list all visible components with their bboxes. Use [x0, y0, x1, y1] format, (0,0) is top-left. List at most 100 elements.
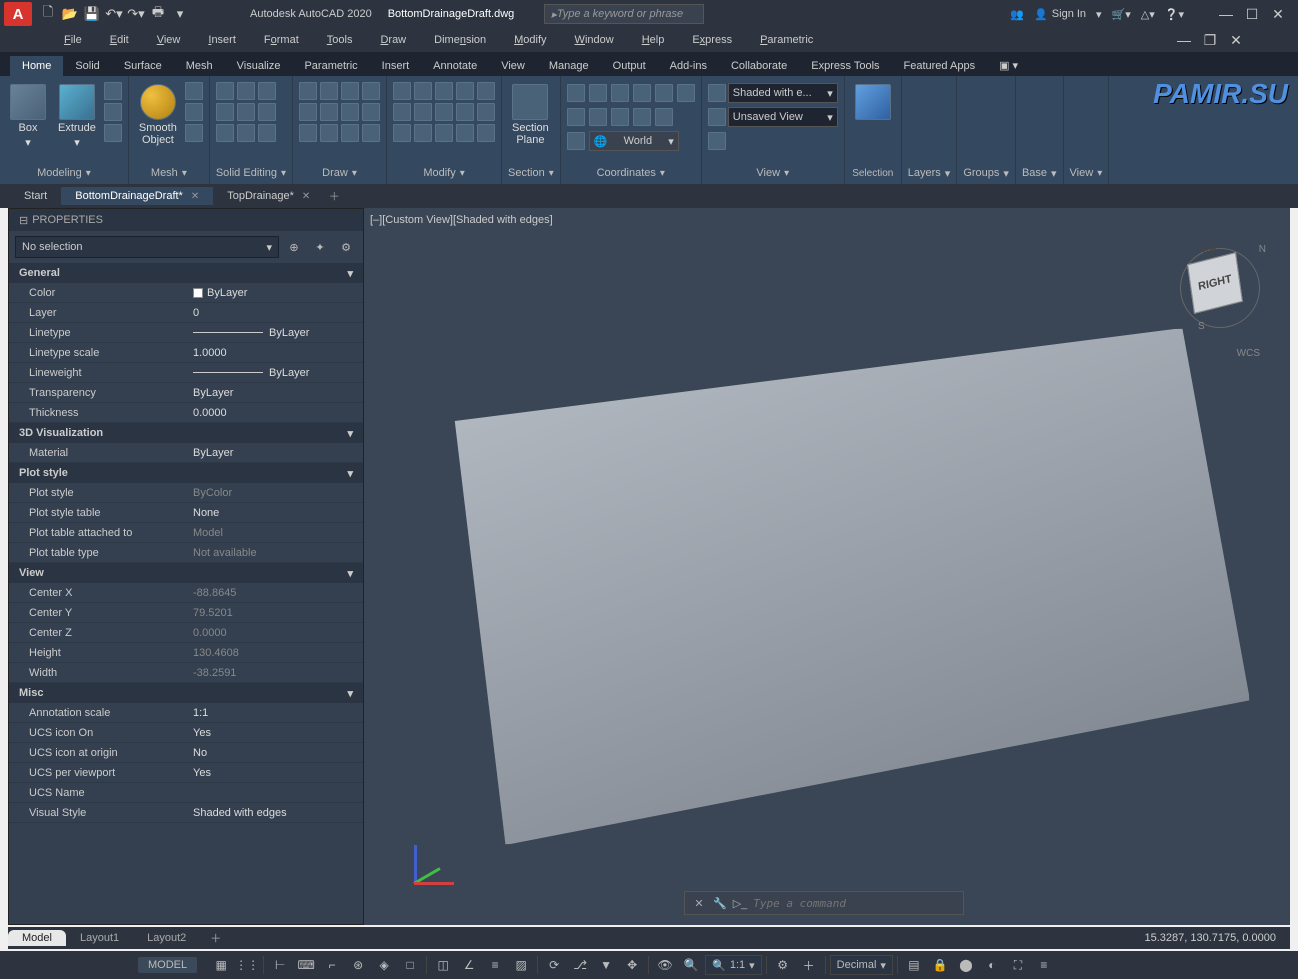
ribbon-tab-annotate[interactable]: Annotate	[421, 56, 489, 76]
autoscale-icon[interactable]: 🔍	[679, 954, 703, 976]
help-icon[interactable]: ❔▾	[1165, 8, 1184, 21]
annotation-monitor-icon[interactable]: ＋	[797, 954, 821, 976]
plot-icon[interactable]: 🖶	[148, 4, 168, 24]
ucs-face-icon[interactable]	[633, 84, 651, 102]
revolve-icon[interactable]	[104, 124, 122, 142]
app-logo[interactable]: A	[4, 2, 32, 26]
lineweight-icon[interactable]: ≡	[483, 954, 507, 976]
imprint-icon[interactable]	[258, 103, 276, 121]
menu-view[interactable]: View	[143, 32, 195, 48]
ucs-world-icon[interactable]	[589, 84, 607, 102]
menu-tools[interactable]: Tools	[313, 32, 367, 48]
redo-icon[interactable]: ↷▾	[126, 4, 146, 24]
ribbon-tab-view[interactable]: View	[489, 56, 537, 76]
props-row-annotation-scale[interactable]: Annotation scale1:1	[9, 703, 363, 723]
clean-screen-icon[interactable]: ⛶	[1006, 954, 1030, 976]
extract-edges-icon[interactable]	[216, 124, 234, 142]
ribbon-tab-collaborate[interactable]: Collaborate	[719, 56, 799, 76]
props-section-misc[interactable]: Misc▾	[9, 683, 363, 703]
props-section-general[interactable]: General▾	[9, 263, 363, 283]
polyline-icon[interactable]	[320, 82, 338, 100]
extrude-button[interactable]: Extrude▾	[54, 82, 100, 151]
circle-icon[interactable]	[341, 82, 359, 100]
grid-icon[interactable]: ▦	[209, 954, 233, 976]
infer-constraints-icon[interactable]: ⊢	[268, 954, 292, 976]
hatch-icon[interactable]	[299, 124, 317, 142]
menu-format[interactable]: Format	[250, 32, 313, 48]
snap-icon[interactable]: ⋮⋮	[235, 954, 259, 976]
ellipse-icon[interactable]	[341, 103, 359, 121]
panel-title-draw[interactable]: Draw ▾	[299, 164, 380, 182]
dynamic-input-icon[interactable]: ⌨	[294, 954, 318, 976]
props-row-height[interactable]: Height130.4608	[9, 643, 363, 663]
qat-more-icon[interactable]: ▾	[170, 4, 190, 24]
command-line[interactable]: ✕ 🔧 ▷_	[684, 891, 964, 915]
polar-icon[interactable]: ⊛	[346, 954, 370, 976]
ucs-origin-icon[interactable]	[677, 84, 695, 102]
presspull-icon[interactable]	[104, 103, 122, 121]
props-section-3d-visualization[interactable]: 3D Visualization▾	[9, 423, 363, 443]
close-icon[interactable]: ✕	[302, 191, 310, 202]
units-combo[interactable]: Decimal▾	[830, 955, 893, 975]
ortho-icon[interactable]: ⌐	[320, 954, 344, 976]
menu-parametric[interactable]: Parametric	[746, 32, 827, 48]
transparency-icon[interactable]: ▨	[509, 954, 533, 976]
view-manager-icon[interactable]	[708, 132, 726, 150]
customize-statusbar-icon[interactable]: ≡	[1032, 954, 1056, 976]
props-row-plot-table-type[interactable]: Plot table typeNot available	[9, 543, 363, 563]
extend-icon[interactable]	[456, 82, 474, 100]
chamfer-icon[interactable]	[456, 103, 474, 121]
arc-icon[interactable]	[362, 82, 380, 100]
box-button[interactable]: Box▾	[6, 82, 50, 151]
properties-header[interactable]: PROPERTIES	[9, 209, 363, 231]
saved-view-combo[interactable]: Unsaved View▾	[728, 107, 838, 127]
add-layout-button[interactable]: ＋	[200, 928, 231, 948]
props-row-ucs-name[interactable]: UCS Name	[9, 783, 363, 803]
panel-title-coordinates[interactable]: Coordinates ▾	[567, 164, 695, 182]
mdi-minimize-button[interactable]: —	[1172, 30, 1196, 50]
props-row-thickness[interactable]: Thickness0.0000	[9, 403, 363, 423]
undo-icon[interactable]: ↶▾	[104, 4, 124, 24]
menu-file[interactable]: File	[50, 32, 96, 48]
layout-tab-layout2[interactable]: Layout2	[133, 930, 200, 946]
viewcube-top-face[interactable]: TOP	[1202, 248, 1216, 255]
tab-start[interactable]: Start	[10, 187, 61, 205]
props-row-linetype[interactable]: LinetypeByLayer	[9, 323, 363, 343]
props-row-color[interactable]: ColorByLayer	[9, 283, 363, 303]
close-button[interactable]: ✕	[1266, 4, 1290, 24]
visual-style-icon[interactable]	[708, 84, 726, 102]
exchange-icon[interactable]: ▾	[1096, 8, 1102, 21]
region-icon[interactable]	[341, 124, 359, 142]
props-row-plot-style-table[interactable]: Plot style tableNone	[9, 503, 363, 523]
otrack-icon[interactable]: ∠	[457, 954, 481, 976]
mesh-more-icon[interactable]	[185, 82, 203, 100]
panel-title-solid-editing[interactable]: Solid Editing ▾	[216, 164, 286, 182]
panel-title-mesh[interactable]: Mesh ▾	[135, 164, 203, 182]
ribbon-tab-expresstools[interactable]: Express Tools	[799, 56, 891, 76]
offset-edge-icon[interactable]	[237, 124, 255, 142]
props-row-ucs-icon-at-origin[interactable]: UCS icon at originNo	[9, 743, 363, 763]
app-store-icon[interactable]: 🛒▾	[1112, 8, 1131, 21]
annotation-visibility-icon[interactable]: 👁	[653, 954, 677, 976]
menu-draw[interactable]: Draw	[366, 32, 420, 48]
explode-icon[interactable]	[477, 103, 495, 121]
mdi-restore-button[interactable]: ❐	[1198, 30, 1222, 50]
props-row-transparency[interactable]: TransparencyByLayer	[9, 383, 363, 403]
selection-combo[interactable]: No selection▾	[15, 236, 279, 258]
select-objects-icon[interactable]: ✦	[309, 236, 331, 258]
array-icon[interactable]	[435, 124, 453, 142]
panel-title-base[interactable]: Base▾	[1022, 164, 1057, 182]
command-input[interactable]	[753, 897, 933, 910]
intersect-icon[interactable]	[258, 82, 276, 100]
viewport[interactable]: [–][Custom View][Shaded with edges] RIGH…	[364, 208, 1290, 925]
menu-modify[interactable]: Modify	[500, 32, 560, 48]
helix-icon[interactable]	[362, 124, 380, 142]
align-icon[interactable]	[477, 124, 495, 142]
props-section-plot-style[interactable]: Plot style▾	[9, 463, 363, 483]
menu-window[interactable]: Window	[561, 32, 628, 48]
isodraft-icon[interactable]: ◈	[372, 954, 396, 976]
props-row-center-y[interactable]: Center Y79.5201	[9, 603, 363, 623]
panel-title-modeling[interactable]: Modeling ▾	[6, 164, 122, 182]
ribbon-tab-extra-icon[interactable]: ▣ ▾	[987, 55, 1030, 76]
layout-tab-model[interactable]: Model	[8, 930, 66, 946]
